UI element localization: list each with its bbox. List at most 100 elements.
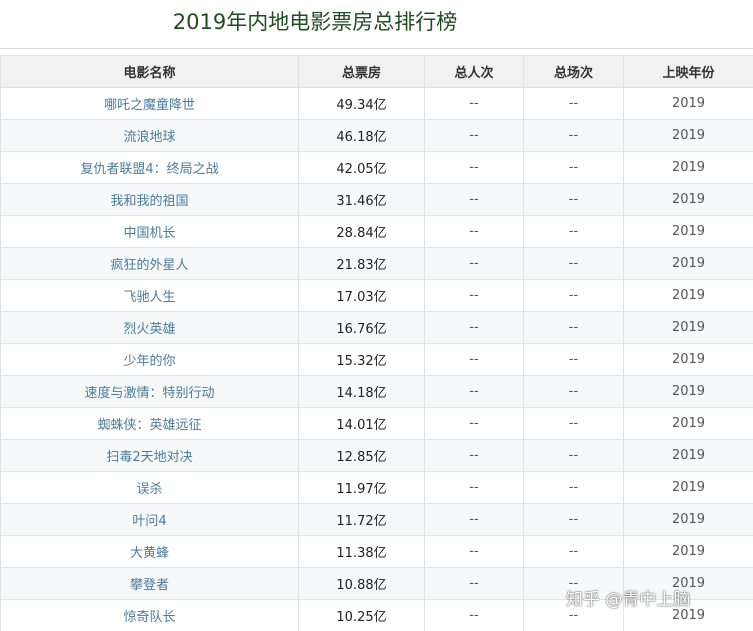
admissions-cell: -- <box>424 471 524 504</box>
table-row: 烈火英雄 16.76亿 -- -- 2019 <box>0 311 753 344</box>
screenings-cell: -- <box>523 247 624 280</box>
screenings-cell: -- <box>523 407 624 440</box>
column-header-admissions[interactable]: 总人次 <box>424 55 524 88</box>
table-row: 复仇者联盟4：终局之战 42.05亿 -- -- 2019 <box>0 151 753 184</box>
screenings-cell: -- <box>523 87 624 120</box>
admissions-cell: -- <box>424 439 524 472</box>
release-year-cell: 2019 <box>623 503 753 536</box>
total-gross-cell: 42.05亿 <box>298 151 425 184</box>
total-gross-cell: 17.03亿 <box>298 279 425 312</box>
movie-name-link[interactable]: 我和我的祖国 <box>0 183 299 216</box>
table-row: 飞驰人生 17.03亿 -- -- 2019 <box>0 279 753 312</box>
screenings-cell: -- <box>523 311 624 344</box>
movie-name-link[interactable]: 流浪地球 <box>0 119 299 152</box>
total-gross-cell: 11.38亿 <box>298 535 425 568</box>
admissions-cell: -- <box>424 247 524 280</box>
screenings-cell: -- <box>523 151 624 184</box>
release-year-cell: 2019 <box>623 119 753 152</box>
total-gross-cell: 14.01亿 <box>298 407 425 440</box>
release-year-cell: 2019 <box>623 343 753 376</box>
release-year-cell: 2019 <box>623 311 753 344</box>
admissions-cell: -- <box>424 535 524 568</box>
table-row: 哪吒之魔童降世 49.34亿 -- -- 2019 <box>0 87 753 120</box>
table-row: 流浪地球 46.18亿 -- -- 2019 <box>0 119 753 152</box>
column-header-screenings[interactable]: 总场次 <box>523 55 624 88</box>
table-row: 蜘蛛侠：英雄远征 14.01亿 -- -- 2019 <box>0 407 753 440</box>
table-row: 叶问4 11.72亿 -- -- 2019 <box>0 503 753 536</box>
total-gross-cell: 28.84亿 <box>298 215 425 248</box>
release-year-cell: 2019 <box>623 151 753 184</box>
movie-name-link[interactable]: 蜘蛛侠：英雄远征 <box>0 407 299 440</box>
table-row: 中国机长 28.84亿 -- -- 2019 <box>0 215 753 248</box>
total-gross-cell: 16.76亿 <box>298 311 425 344</box>
release-year-cell: 2019 <box>623 87 753 120</box>
movie-name-link[interactable]: 叶问4 <box>0 503 299 536</box>
movie-name-link[interactable]: 误杀 <box>0 471 299 504</box>
movie-name-link[interactable]: 哪吒之魔童降世 <box>0 87 299 120</box>
admissions-cell: -- <box>424 375 524 408</box>
movie-name-link[interactable]: 飞驰人生 <box>0 279 299 312</box>
total-gross-cell: 31.46亿 <box>298 183 425 216</box>
screenings-cell: -- <box>523 471 624 504</box>
total-gross-cell: 15.32亿 <box>298 343 425 376</box>
total-gross-cell: 11.72亿 <box>298 503 425 536</box>
screenings-cell: -- <box>523 119 624 152</box>
table-row: 大黄蜂 11.38亿 -- -- 2019 <box>0 535 753 568</box>
movie-name-link[interactable]: 烈火英雄 <box>0 311 299 344</box>
box-office-table: 电影名称 总票房 总人次 总场次 上映年份 哪吒之魔童降世 49.34亿 -- -- 2… <box>0 55 753 631</box>
admissions-cell: -- <box>424 407 524 440</box>
admissions-cell: -- <box>424 311 524 344</box>
screenings-cell: -- <box>523 343 624 376</box>
admissions-cell: -- <box>424 215 524 248</box>
release-year-cell: 2019 <box>623 375 753 408</box>
table-body: 哪吒之魔童降世 49.34亿 -- -- 2019 流浪地球 46.18亿 -- -- 2019 复… <box>0 87 753 631</box>
admissions-cell: -- <box>424 119 524 152</box>
screenings-cell: -- <box>523 439 624 472</box>
movie-name-link[interactable]: 攀登者 <box>0 567 299 600</box>
zhihu-watermark: 知乎 @青中上脑 <box>566 590 691 610</box>
screenings-cell: -- <box>523 375 624 408</box>
screenings-cell: -- <box>523 503 624 536</box>
admissions-cell: -- <box>424 599 524 631</box>
movie-name-link[interactable]: 中国机长 <box>0 215 299 248</box>
release-year-cell: 2019 <box>623 215 753 248</box>
release-year-cell: 2019 <box>623 407 753 440</box>
total-gross-cell: 10.88亿 <box>298 567 425 600</box>
admissions-cell: -- <box>424 87 524 120</box>
table-row: 误杀 11.97亿 -- -- 2019 <box>0 471 753 504</box>
page-title: 2019年内地电影票房总排行榜 <box>172 10 458 34</box>
column-header-movie-name[interactable]: 电影名称 <box>0 55 299 88</box>
screenings-cell: -- <box>523 215 624 248</box>
movie-name-link[interactable]: 疯狂的外星人 <box>0 247 299 280</box>
movie-name-link[interactable]: 复仇者联盟4：终局之战 <box>0 151 299 184</box>
release-year-cell: 2019 <box>623 535 753 568</box>
total-gross-cell: 46.18亿 <box>298 119 425 152</box>
screenings-cell: -- <box>523 535 624 568</box>
admissions-cell: -- <box>424 567 524 600</box>
release-year-cell: 2019 <box>623 439 753 472</box>
movie-name-link[interactable]: 扫毒2天地对决 <box>0 439 299 472</box>
admissions-cell: -- <box>424 151 524 184</box>
total-gross-cell: 11.97亿 <box>298 471 425 504</box>
admissions-cell: -- <box>424 503 524 536</box>
table-row: 我和我的祖国 31.46亿 -- -- 2019 <box>0 183 753 216</box>
page: 2019年内地电影票房总排行榜 电影名称 总票房 总人次 总场次 上映年份 哪吒… <box>0 0 753 631</box>
release-year-cell: 2019 <box>623 471 753 504</box>
total-gross-cell: 10.25亿 <box>298 599 425 631</box>
title-divider <box>0 48 753 49</box>
screenings-cell: -- <box>523 183 624 216</box>
movie-name-link[interactable]: 大黄蜂 <box>0 535 299 568</box>
movie-name-link[interactable]: 惊奇队长 <box>0 599 299 631</box>
table-row: 扫毒2天地对决 12.85亿 -- -- 2019 <box>0 439 753 472</box>
release-year-cell: 2019 <box>623 247 753 280</box>
total-gross-cell: 49.34亿 <box>298 87 425 120</box>
screenings-cell: -- <box>523 279 624 312</box>
release-year-cell: 2019 <box>623 183 753 216</box>
column-header-total-gross[interactable]: 总票房 <box>298 55 425 88</box>
movie-name-link[interactable]: 速度与激情：特别行动 <box>0 375 299 408</box>
total-gross-cell: 14.18亿 <box>298 375 425 408</box>
admissions-cell: -- <box>424 279 524 312</box>
table-row: 速度与激情：特别行动 14.18亿 -- -- 2019 <box>0 375 753 408</box>
movie-name-link[interactable]: 少年的你 <box>0 343 299 376</box>
column-header-release-year[interactable]: 上映年份 <box>623 55 753 88</box>
